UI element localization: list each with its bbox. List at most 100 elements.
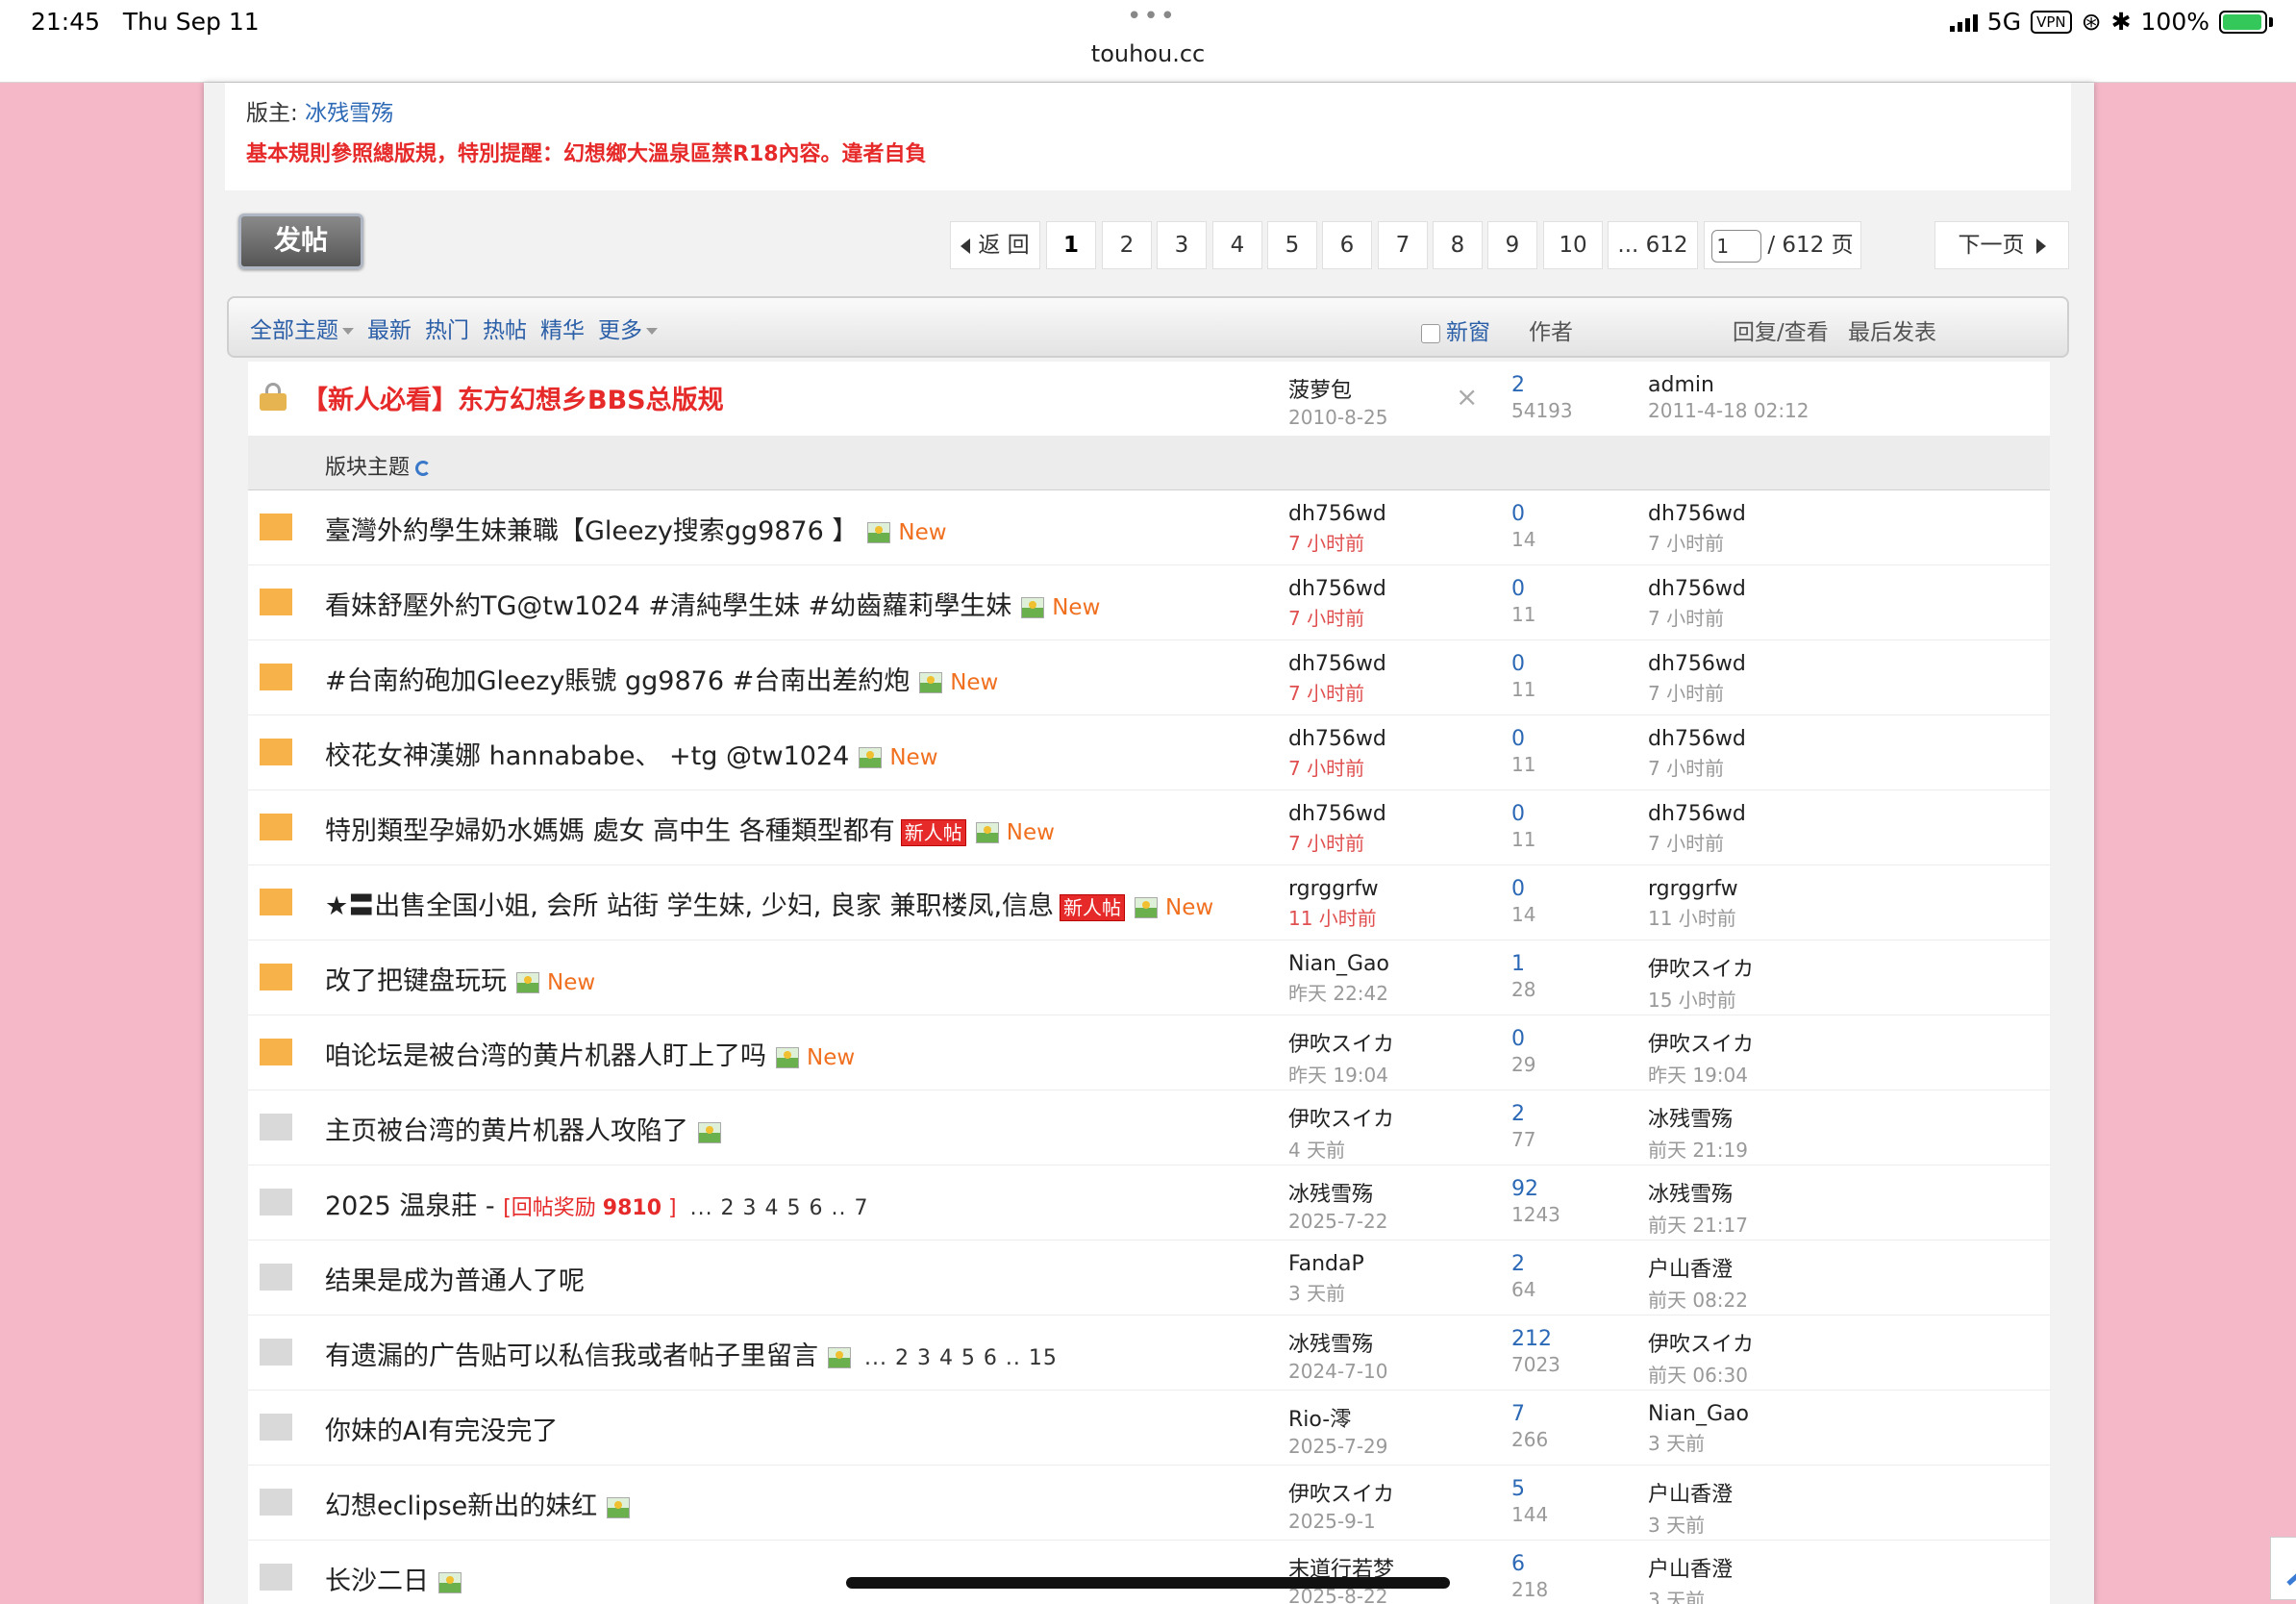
image-attachment-icon bbox=[867, 521, 891, 543]
filter-digest[interactable]: 精华 bbox=[540, 312, 585, 344]
new-window-checkbox[interactable] bbox=[1421, 323, 1440, 343]
thread-row[interactable]: ★〓出售全国小姐, 会所 站街 学生妹, 少妇, 良家 兼职楼凤,信息 新人帖 Ne… bbox=[248, 865, 2050, 940]
filter-more[interactable]: 更多 bbox=[598, 312, 658, 344]
thread-title[interactable]: 你妹的AI有完没完了 bbox=[325, 1416, 558, 1446]
moderator-line: 版主: 冰残雪殇 bbox=[246, 101, 394, 126]
back-button[interactable]: 返 回 bbox=[950, 221, 1040, 269]
thread-title[interactable]: 【新人必看】东方幻想乡BBS总版规 bbox=[302, 379, 724, 416]
filter-hot[interactable]: 热帖 bbox=[483, 312, 527, 344]
thread-stats: 0 11 bbox=[1511, 652, 1536, 701]
moderator-link[interactable]: 冰残雪殇 bbox=[305, 101, 393, 126]
page-link-10[interactable]: 10 bbox=[1543, 221, 1603, 269]
status-bar: 21:45 Thu Sep 11 ••• touhou.cc 5G VPN ⊛ … bbox=[0, 0, 2296, 83]
page-link-9[interactable]: 9 bbox=[1487, 221, 1537, 269]
home-indicator[interactable] bbox=[846, 1577, 1450, 1589]
thread-stats: 212 7023 bbox=[1511, 1327, 1560, 1376]
thread-row[interactable]: 特別類型孕婦奶水媽媽 處女 高中生 各種類型都有 新人帖 New dh756wd 7 小… bbox=[248, 790, 2050, 865]
page-jump-input[interactable]: 1 bbox=[1711, 229, 1762, 263]
thread-row[interactable]: 咱论坛是被台湾的黄片机器人盯上了吗 New 伊吹スイカ 昨天 19:04 0 29 伊吹スイ… bbox=[248, 1015, 2050, 1090]
thread-title[interactable]: 校花女神漢娜 hannababe、 +tg @tw1024 bbox=[325, 741, 849, 771]
thread-row[interactable]: 校花女神漢娜 hannababe、 +tg @tw1024 New dh756wd 7… bbox=[248, 715, 2050, 790]
thread-page-links[interactable]: ... 2 3 4 5 6 .. 15 bbox=[857, 1346, 1058, 1370]
thread-title[interactable]: 长沙二日 bbox=[325, 1566, 429, 1596]
thread-title-line: 2025 温泉莊 - [回帖奖励 9810 ] ... 2 3 4 5 6 ..… bbox=[325, 1185, 869, 1222]
thread-title[interactable]: 改了把键盘玩玩 bbox=[325, 966, 507, 996]
reward-badge: [回帖奖励 9810 ] bbox=[503, 1196, 677, 1220]
section-header: 版块主题 bbox=[248, 437, 2050, 490]
back-to-top-button[interactable] bbox=[2270, 1537, 2296, 1600]
sticky-thread-row[interactable]: 【新人必看】东方幻想乡BBS总版规 × 菠萝包 2010-8-25 2 54193 … bbox=[248, 362, 2050, 437]
thread-title[interactable]: #台南約砲加Gleezy賬號 gg9876 #台南出差約炮 bbox=[325, 666, 910, 696]
thread-row[interactable]: 长沙二日 末道行若梦 2025-8-22 6 218 户山香澄 3 天前 bbox=[248, 1541, 2050, 1604]
thread-row[interactable]: 臺灣外約學生妹兼職【Gleezy搜索gg9876 】 New dh756wd 7 小时… bbox=[248, 490, 2050, 565]
close-icon[interactable]: × bbox=[1456, 381, 1478, 413]
thread-author: 冰残雪殇 2024-7-10 bbox=[1288, 1333, 1388, 1383]
thread-row[interactable]: 2025 温泉莊 - [回帖奖励 9810 ] ... 2 3 4 5 6 ..… bbox=[248, 1165, 2050, 1241]
page-link-4[interactable]: 4 bbox=[1212, 221, 1262, 269]
thread-row[interactable]: 你妹的AI有完没完了 Rio-澪 2025-7-29 7 266 Nian_Gao 3 天前 bbox=[248, 1391, 2050, 1466]
thread-title[interactable]: ★〓出售全国小姐, 会所 站街 学生妹, 少妇, 良家 兼职楼凤,信息 bbox=[325, 891, 1054, 921]
page-link-1[interactable]: 1 bbox=[1046, 221, 1096, 269]
thread-author: 伊吹スイカ 2025-9-1 bbox=[1288, 1483, 1395, 1533]
page-link-5[interactable]: 5 bbox=[1267, 221, 1317, 269]
folder-icon bbox=[260, 1039, 292, 1065]
new-window-toggle[interactable]: 新窗 bbox=[1421, 313, 1490, 346]
thread-stats: 0 11 bbox=[1511, 802, 1536, 851]
page-link-last[interactable]: ... 612 bbox=[1608, 221, 1698, 269]
page-link-8[interactable]: 8 bbox=[1433, 221, 1483, 269]
thread-row[interactable]: #台南約砲加Gleezy賬號 gg9876 #台南出差約炮 New dh756wd 7… bbox=[248, 640, 2050, 715]
arrow-right-icon bbox=[2035, 238, 2046, 254]
folder-icon bbox=[260, 664, 292, 690]
thread-stats: 2 77 bbox=[1511, 1102, 1536, 1151]
thread-title-line: 长沙二日 bbox=[325, 1560, 462, 1597]
multitask-dots[interactable]: ••• bbox=[1127, 2, 1177, 31]
filter-all[interactable]: 全部主题 bbox=[250, 312, 354, 344]
thread-row[interactable]: 结果是成为普通人了呢 FandaP 3 天前 2 64 户山香澄 前天 08:22 bbox=[248, 1241, 2050, 1316]
thread-row[interactable]: 主页被台湾的黄片机器人攻陷了 伊吹スイカ 4 天前 2 77 冰残雪殇 前天 21:19 bbox=[248, 1090, 2050, 1165]
thread-author: Nian_Gao 昨天 22:42 bbox=[1288, 952, 1389, 1005]
thread-last-post: dh756wd 7 小时前 bbox=[1648, 577, 1746, 630]
folder-icon bbox=[260, 1339, 292, 1366]
thread-last-post: 冰残雪殇 前天 21:19 bbox=[1648, 1108, 1748, 1162]
thread-stats: 2 64 bbox=[1511, 1252, 1536, 1301]
thread-last-post: dh756wd 7 小时前 bbox=[1648, 652, 1746, 705]
thread-title-line: 特別類型孕婦奶水媽媽 處女 高中生 各種類型都有 新人帖 New bbox=[325, 810, 1055, 847]
thread-title[interactable]: 臺灣外約學生妹兼職【Gleezy搜索gg9876 】 bbox=[325, 516, 858, 546]
thread-title[interactable]: 特別類型孕婦奶水媽媽 處女 高中生 各種類型都有 bbox=[325, 816, 895, 846]
thread-last-post: 户山香澄 前天 08:22 bbox=[1648, 1258, 1748, 1312]
thread-stats: 7 266 bbox=[1511, 1402, 1549, 1451]
folder-icon bbox=[260, 1189, 292, 1216]
image-attachment-icon bbox=[1135, 896, 1159, 918]
thread-last-post: dh756wd 7 小时前 bbox=[1648, 727, 1746, 780]
thread-author: dh756wd 7 小时前 bbox=[1288, 502, 1386, 555]
thread-row[interactable]: 看妹舒壓外約TG@tw1024 #清純學生妹 #幼齒蘿莉學生妹 New dh756w… bbox=[248, 565, 2050, 640]
page-link-6[interactable]: 6 bbox=[1322, 221, 1372, 269]
thread-title[interactable]: 2025 温泉莊 - bbox=[325, 1191, 503, 1221]
thread-title[interactable]: 有遗漏的广告贴可以私信我或者帖子里留言 bbox=[325, 1341, 818, 1371]
page-link-3[interactable]: 3 bbox=[1157, 221, 1207, 269]
thread-title[interactable]: 结果是成为普通人了呢 bbox=[325, 1266, 585, 1296]
thread-title-line: #台南約砲加Gleezy賬號 gg9876 #台南出差約炮 New bbox=[325, 660, 998, 697]
thread-page-links[interactable]: ... 2 3 4 5 6 .. 7 bbox=[683, 1196, 869, 1220]
thread-title[interactable]: 主页被台湾的黄片机器人攻陷了 bbox=[325, 1116, 688, 1146]
bluetooth-icon: ✱ bbox=[2110, 8, 2132, 36]
thread-title[interactable]: 咱论坛是被台湾的黄片机器人盯上了吗 bbox=[325, 1041, 766, 1071]
status-time: 21:45 Thu Sep 11 bbox=[31, 8, 260, 36]
url-label[interactable]: touhou.cc bbox=[0, 40, 2296, 67]
thread-author: dh756wd 7 小时前 bbox=[1288, 577, 1386, 630]
thread-last-post: admin 2011-4-18 02:12 bbox=[1648, 373, 1809, 422]
folder-icon bbox=[260, 1564, 292, 1591]
folder-icon bbox=[260, 739, 292, 765]
new-badge: New bbox=[950, 670, 999, 695]
page-link-7[interactable]: 7 bbox=[1378, 221, 1428, 269]
thread-title[interactable]: 幻想eclipse新出的妹红 bbox=[325, 1491, 597, 1521]
refresh-icon[interactable] bbox=[415, 461, 432, 476]
page-link-2[interactable]: 2 bbox=[1102, 221, 1152, 269]
thread-row[interactable]: 幻想eclipse新出的妹红 伊吹スイカ 2025-9-1 5 144 户山香澄 3 天前 bbox=[248, 1466, 2050, 1541]
filter-popular[interactable]: 热门 bbox=[425, 312, 469, 344]
filter-latest[interactable]: 最新 bbox=[367, 312, 412, 344]
thread-row[interactable]: 有遗漏的广告贴可以私信我或者帖子里留言 ... 2 3 4 5 6 .. 15 冰… bbox=[248, 1316, 2050, 1391]
thread-title[interactable]: 看妹舒壓外約TG@tw1024 #清純學生妹 #幼齒蘿莉學生妹 bbox=[325, 591, 1011, 621]
next-page-button[interactable]: 下一页 bbox=[1934, 221, 2069, 269]
thread-row[interactable]: 改了把键盘玩玩 New Nian_Gao 昨天 22:42 1 28 伊吹スイカ 15 小时前 bbox=[248, 940, 2050, 1015]
